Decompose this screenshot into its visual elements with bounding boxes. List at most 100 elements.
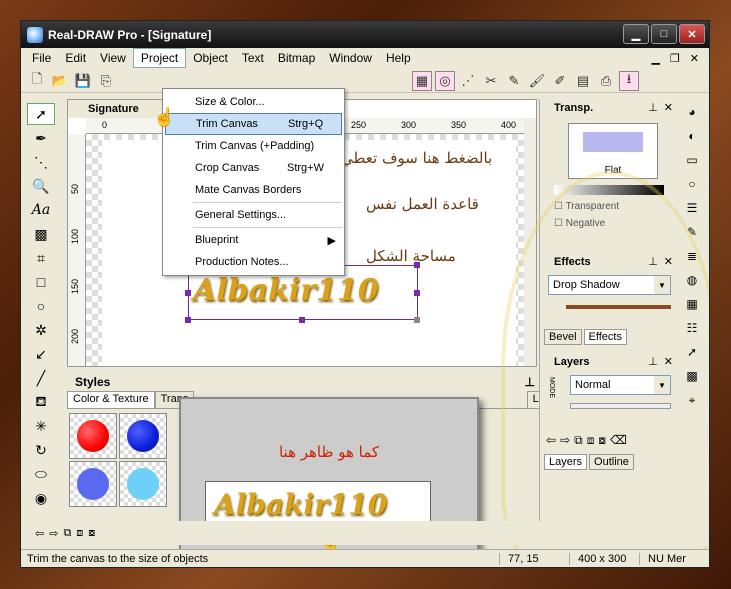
circle-icon[interactable]: ○ <box>681 173 703 195</box>
distort-tool-icon[interactable]: ⬭ <box>27 463 55 485</box>
minimize-button[interactable]: ▁ <box>623 24 649 44</box>
crosshair-icon[interactable]: ⌖ <box>681 389 703 411</box>
menu-bitmap[interactable]: Bitmap <box>271 49 322 67</box>
node-edit-icon[interactable]: ⋰ <box>458 71 478 91</box>
transparency-slider[interactable] <box>554 185 664 195</box>
layers-icon[interactable]: ☰ <box>681 197 703 219</box>
transp-preview[interactable]: Flat <box>568 123 658 179</box>
star-tool-icon[interactable]: ✲ <box>27 319 55 341</box>
crop-tool-icon[interactable]: ⌗ <box>27 247 55 269</box>
rectangle-tool-icon[interactable]: □ <box>27 271 55 293</box>
menu-text[interactable]: Text <box>235 49 271 67</box>
download-icon[interactable]: ⭳ <box>619 70 639 91</box>
layer-merge-icon[interactable]: ⧇ <box>598 433 606 448</box>
menu-item-mate-canvas-borders[interactable]: Mate Canvas Borders <box>165 179 342 201</box>
group-icon[interactable]: ⧉ <box>63 527 71 540</box>
resize-handle[interactable] <box>414 262 420 268</box>
import-icon[interactable]: ⎘ <box>96 71 116 91</box>
swatch-blue[interactable] <box>119 413 167 459</box>
menu-file[interactable]: File <box>25 49 58 67</box>
export-icon[interactable]: ⎙ <box>596 71 616 91</box>
panel-close-icon[interactable]: ✕ <box>664 353 673 371</box>
snap-object-icon[interactable]: ◎ <box>435 70 455 91</box>
stack-icon[interactable]: ≣ <box>681 245 703 267</box>
option-transparent[interactable]: ☐ Transparent <box>554 201 679 212</box>
pin-icon[interactable]: ⊥ <box>524 373 534 391</box>
tab-effects[interactable]: Effects <box>583 329 627 345</box>
pointer-tool-icon[interactable]: ➚ <box>27 103 55 125</box>
tab-color-texture[interactable]: Color & Texture <box>67 391 155 408</box>
option-negative[interactable]: ☐ Negative <box>554 218 679 229</box>
menu-item-production-notes[interactable]: Production Notes... <box>165 251 342 273</box>
arrow-left-icon[interactable]: ⇦ <box>546 433 556 448</box>
panel-close-icon[interactable]: ✕ <box>664 99 673 117</box>
color-wheel-icon[interactable]: ◕ <box>681 101 703 123</box>
open-icon[interactable]: 📂 <box>50 71 70 91</box>
menu-item-trim-canvas-padding[interactable]: Trim Canvas (+Padding) <box>165 135 342 157</box>
swatch-red[interactable] <box>69 413 117 459</box>
color-picker-icon[interactable]: ✐ <box>550 71 570 91</box>
fill-icon[interactable]: ▤ <box>573 71 593 91</box>
new-icon[interactable]: 🗋 <box>27 71 47 91</box>
menu-item-size-color[interactable]: Size & Color... <box>165 91 342 113</box>
snap-grid-icon[interactable]: ▦ <box>412 70 432 91</box>
line-tool-icon[interactable]: ╱ <box>27 367 55 389</box>
curve-tool-icon[interactable]: ↙ <box>27 343 55 365</box>
brush-icon[interactable]: 🖌 <box>527 71 547 91</box>
ungroup-icon[interactable]: ⧈ <box>76 527 83 540</box>
doc-close-icon[interactable]: ✕ <box>690 52 699 65</box>
arrow-right-icon[interactable]: ⇨ <box>49 527 58 540</box>
panel-close-icon[interactable]: ✕ <box>664 253 673 271</box>
menu-item-crop-canvas[interactable]: Crop Canvas Strg+W <box>165 157 342 179</box>
menu-help[interactable]: Help <box>379 49 418 67</box>
blend-mode-dropdown[interactable]: Normal ▼ <box>570 375 671 395</box>
effect-slider[interactable] <box>566 305 671 309</box>
text-tool-icon[interactable]: Aa <box>27 199 55 221</box>
grid-icon[interactable]: ▩ <box>681 365 703 387</box>
node-tool-icon[interactable]: ⋱ <box>27 151 55 173</box>
arrow-right-icon[interactable]: ⇨ <box>560 433 570 448</box>
pen-tool-icon[interactable]: ✒ <box>27 127 55 149</box>
maximize-button[interactable]: □ <box>651 24 677 44</box>
resize-handle[interactable] <box>185 317 191 323</box>
menu-window[interactable]: Window <box>322 49 379 67</box>
vertical-scrollbar[interactable] <box>524 118 536 366</box>
pin-icon[interactable]: ⊥ <box>648 353 658 371</box>
align-icon[interactable]: ⧇ <box>88 527 95 540</box>
doc-restore-icon[interactable]: ❐ <box>670 52 680 65</box>
palette-icon[interactable]: ▦ <box>681 293 703 315</box>
menu-view[interactable]: View <box>93 49 133 67</box>
arrow-left-icon[interactable]: ⇦ <box>35 527 44 540</box>
target-tool-icon[interactable]: ◉ <box>27 487 55 509</box>
swatch-light-blue[interactable] <box>119 461 167 507</box>
resize-handle[interactable] <box>185 290 191 296</box>
doc-minimize-icon[interactable]: ▁ <box>651 52 659 65</box>
menu-item-blueprint[interactable]: Blueprint ▶ <box>165 229 342 251</box>
pin-icon[interactable]: ⊥ <box>648 253 658 271</box>
zoom-tool-icon[interactable]: 🔍 <box>27 175 55 197</box>
bitmap-tool-icon[interactable]: ▩ <box>27 223 55 245</box>
cursor-icon[interactable]: ➚ <box>681 341 703 363</box>
effects-icon[interactable]: ◍ <box>681 269 703 291</box>
resize-handle[interactable] <box>299 317 305 323</box>
menu-edit[interactable]: Edit <box>58 49 93 67</box>
resize-handle[interactable] <box>414 317 420 323</box>
swatch-periwinkle[interactable] <box>69 461 117 507</box>
pin-icon[interactable]: ⊥ <box>648 99 658 117</box>
layer-add-icon[interactable]: ⧉ <box>574 433 583 448</box>
gradient-icon[interactable]: ▭ <box>681 149 703 171</box>
pen-icon[interactable]: ✎ <box>681 221 703 243</box>
tab-layers[interactable]: Layers <box>544 454 588 470</box>
text-layout-icon[interactable]: ☷ <box>681 317 703 339</box>
ellipse-tool-icon[interactable]: ○ <box>27 295 55 317</box>
scissors-icon[interactable]: ✂ <box>481 71 501 91</box>
transparency-icon[interactable]: ◐ <box>681 125 703 147</box>
layer-opacity-slider[interactable] <box>570 403 671 409</box>
tab-bevel[interactable]: Bevel <box>544 329 582 345</box>
resize-handle[interactable] <box>414 290 420 296</box>
layer-delete-icon[interactable]: ⌫ <box>610 433 627 448</box>
rotate-tool-icon[interactable]: ↻ <box>27 439 55 461</box>
signature-object[interactable]: Albakir110 <box>193 273 379 308</box>
menu-item-trim-canvas[interactable]: Trim Canvas Strg+Q <box>165 113 342 135</box>
menu-item-general-settings[interactable]: General Settings... <box>165 204 342 226</box>
